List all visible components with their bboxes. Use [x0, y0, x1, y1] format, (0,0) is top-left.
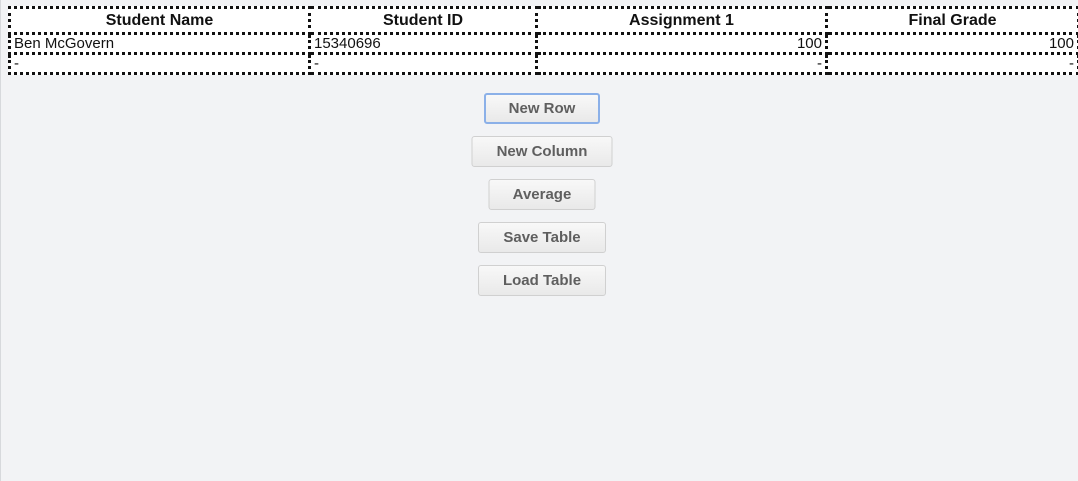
table-cell[interactable]: Ben McGovern: [8, 32, 311, 55]
column-header[interactable]: Assignment 1: [535, 6, 828, 35]
new-row-button[interactable]: New Row: [484, 93, 600, 124]
average-button[interactable]: Average: [488, 179, 596, 210]
column-header[interactable]: Student Name: [8, 6, 311, 35]
grade-table: Student Name Student ID Assignment 1 Fin…: [8, 6, 1078, 75]
column-header[interactable]: Final Grade: [825, 6, 1078, 35]
table-cell[interactable]: -: [308, 52, 538, 75]
table-cell[interactable]: -: [535, 52, 828, 75]
table-header-row: Student Name Student ID Assignment 1 Fin…: [8, 6, 1078, 35]
table-cell[interactable]: -: [8, 52, 311, 75]
load-table-button[interactable]: Load Table: [478, 265, 606, 296]
table-cell[interactable]: 100: [825, 32, 1078, 55]
column-header[interactable]: Student ID: [308, 6, 538, 35]
page: Student Name Student ID Assignment 1 Fin…: [0, 0, 1078, 481]
table-cell[interactable]: 15340696: [308, 32, 538, 55]
table-cell[interactable]: -: [825, 52, 1078, 75]
table-cell[interactable]: 100: [535, 32, 828, 55]
save-table-button[interactable]: Save Table: [478, 222, 606, 253]
table-row: - - - -: [8, 52, 1078, 75]
table-row: Ben McGovern 15340696 100 100: [8, 32, 1078, 55]
new-column-button[interactable]: New Column: [471, 136, 613, 167]
